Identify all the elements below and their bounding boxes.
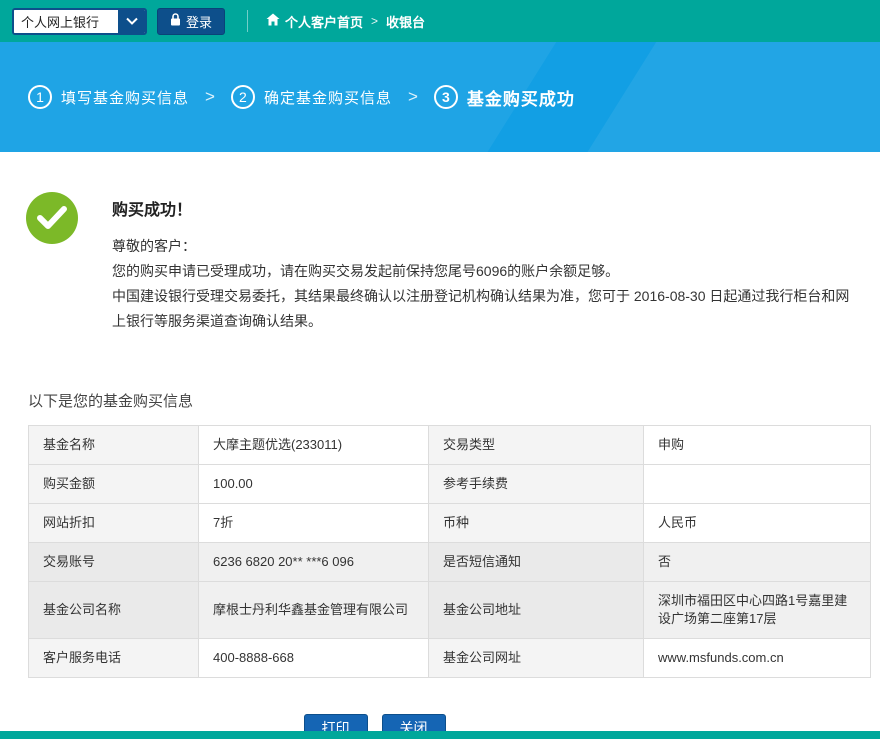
success-greeting: 尊敬的客户： <box>112 234 852 259</box>
field-value: 深圳市福田区中心四路1号嘉里建设广场第二座第17层 <box>644 582 871 639</box>
step-separator-icon: > <box>205 87 215 107</box>
table-row: 网站折扣 7折 币种 人民币 <box>29 504 871 543</box>
field-value <box>644 465 871 504</box>
step-1-fill-info: 1 填写基金购买信息 <box>28 85 189 109</box>
wizard-steps: 1 填写基金购买信息 > 2 确定基金购买信息 > 3 基金购买成功 <box>28 42 575 152</box>
product-select[interactable]: 个人网上银行 <box>12 8 147 35</box>
field-label: 基金公司名称 <box>29 582 199 639</box>
success-check-icon <box>26 192 78 244</box>
field-value: www.msfunds.com.cn <box>644 639 871 678</box>
field-value: 否 <box>644 543 871 582</box>
step-2-label: 确定基金购买信息 <box>264 87 392 108</box>
breadcrumb-current: 收银台 <box>386 12 425 31</box>
top-bar: 个人网上银行 登录 个人客户首页 > 收银台 <box>0 0 880 42</box>
step-3-number: 3 <box>434 85 458 109</box>
fund-info-table-body: 基金名称 大摩主题优选(233011) 交易类型 申购 购买金额 100.00 … <box>29 426 871 678</box>
field-label: 网站折扣 <box>29 504 199 543</box>
field-label: 是否短信通知 <box>429 543 644 582</box>
breadcrumb-separator: > <box>371 14 378 28</box>
field-value: 7折 <box>199 504 429 543</box>
success-message-block: 购买成功！ 尊敬的客户： 您的购买申请已受理成功，请在购买交易发起前保持您尾号6… <box>0 152 880 334</box>
field-value: 人民币 <box>644 504 871 543</box>
step-1-label: 填写基金购买信息 <box>61 87 189 108</box>
field-label: 基金名称 <box>29 426 199 465</box>
field-label: 参考手续费 <box>429 465 644 504</box>
field-value: 100.00 <box>199 465 429 504</box>
field-label: 币种 <box>429 504 644 543</box>
login-button-label: 登录 <box>186 12 212 31</box>
home-icon <box>266 13 280 29</box>
field-label: 交易类型 <box>429 426 644 465</box>
field-value: 摩根士丹利华鑫基金管理有限公司 <box>199 582 429 639</box>
field-label: 基金公司地址 <box>429 582 644 639</box>
field-label: 交易账号 <box>29 543 199 582</box>
fund-info-table: 基金名称 大摩主题优选(233011) 交易类型 申购 购买金额 100.00 … <box>28 425 871 678</box>
product-select-value[interactable]: 个人网上银行 <box>14 10 118 33</box>
field-label: 基金公司网址 <box>429 639 644 678</box>
field-value: 6236 6820 20** ***6 096 <box>199 543 429 582</box>
step-3-label: 基金购买成功 <box>467 85 575 110</box>
breadcrumb: 个人客户首页 > 收银台 <box>266 12 425 31</box>
fund-info-section-title: 以下是您的基金购买信息 <box>28 390 880 411</box>
table-row: 交易账号 6236 6820 20** ***6 096 是否短信通知 否 <box>29 543 871 582</box>
breadcrumb-home-label: 个人客户首页 <box>285 12 363 31</box>
table-row: 基金公司名称 摩根士丹利华鑫基金管理有限公司 基金公司地址 深圳市福田区中心四路… <box>29 582 871 639</box>
table-row: 客户服务电话 400-8888-668 基金公司网址 www.msfunds.c… <box>29 639 871 678</box>
lock-icon <box>170 13 181 29</box>
table-row: 购买金额 100.00 参考手续费 <box>29 465 871 504</box>
footer-bar <box>0 731 880 739</box>
wizard-banner: 1 填写基金购买信息 > 2 确定基金购买信息 > 3 基金购买成功 <box>0 42 880 152</box>
step-1-number: 1 <box>28 85 52 109</box>
field-label: 购买金额 <box>29 465 199 504</box>
success-detail-1: 您的购买申请已受理成功，请在购买交易发起前保持您尾号6096的账户余额足够。 <box>112 259 852 284</box>
step-2-number: 2 <box>231 85 255 109</box>
table-row: 基金名称 大摩主题优选(233011) 交易类型 申购 <box>29 426 871 465</box>
field-value: 大摩主题优选(233011) <box>199 426 429 465</box>
field-value: 400-8888-668 <box>199 639 429 678</box>
page: 个人网上银行 登录 个人客户首页 > 收银台 1 <box>0 0 880 739</box>
success-detail-2: 中国建设银行受理交易委托，其结果最终确认以注册登记机构确认结果为准，您可于 20… <box>112 284 852 334</box>
success-text: 购买成功！ 尊敬的客户： 您的购买申请已受理成功，请在购买交易发起前保持您尾号6… <box>112 192 852 334</box>
field-value: 申购 <box>644 426 871 465</box>
field-label: 客户服务电话 <box>29 639 199 678</box>
breadcrumb-home-link[interactable]: 个人客户首页 <box>266 12 363 31</box>
login-button[interactable]: 登录 <box>157 8 225 35</box>
chevron-down-icon[interactable] <box>118 10 145 33</box>
step-separator-icon: > <box>408 87 418 107</box>
step-2-confirm-info: 2 确定基金购买信息 <box>231 85 392 109</box>
success-title: 购买成功！ <box>112 196 852 220</box>
step-3-success: 3 基金购买成功 <box>434 85 575 110</box>
topbar-divider <box>247 10 248 32</box>
